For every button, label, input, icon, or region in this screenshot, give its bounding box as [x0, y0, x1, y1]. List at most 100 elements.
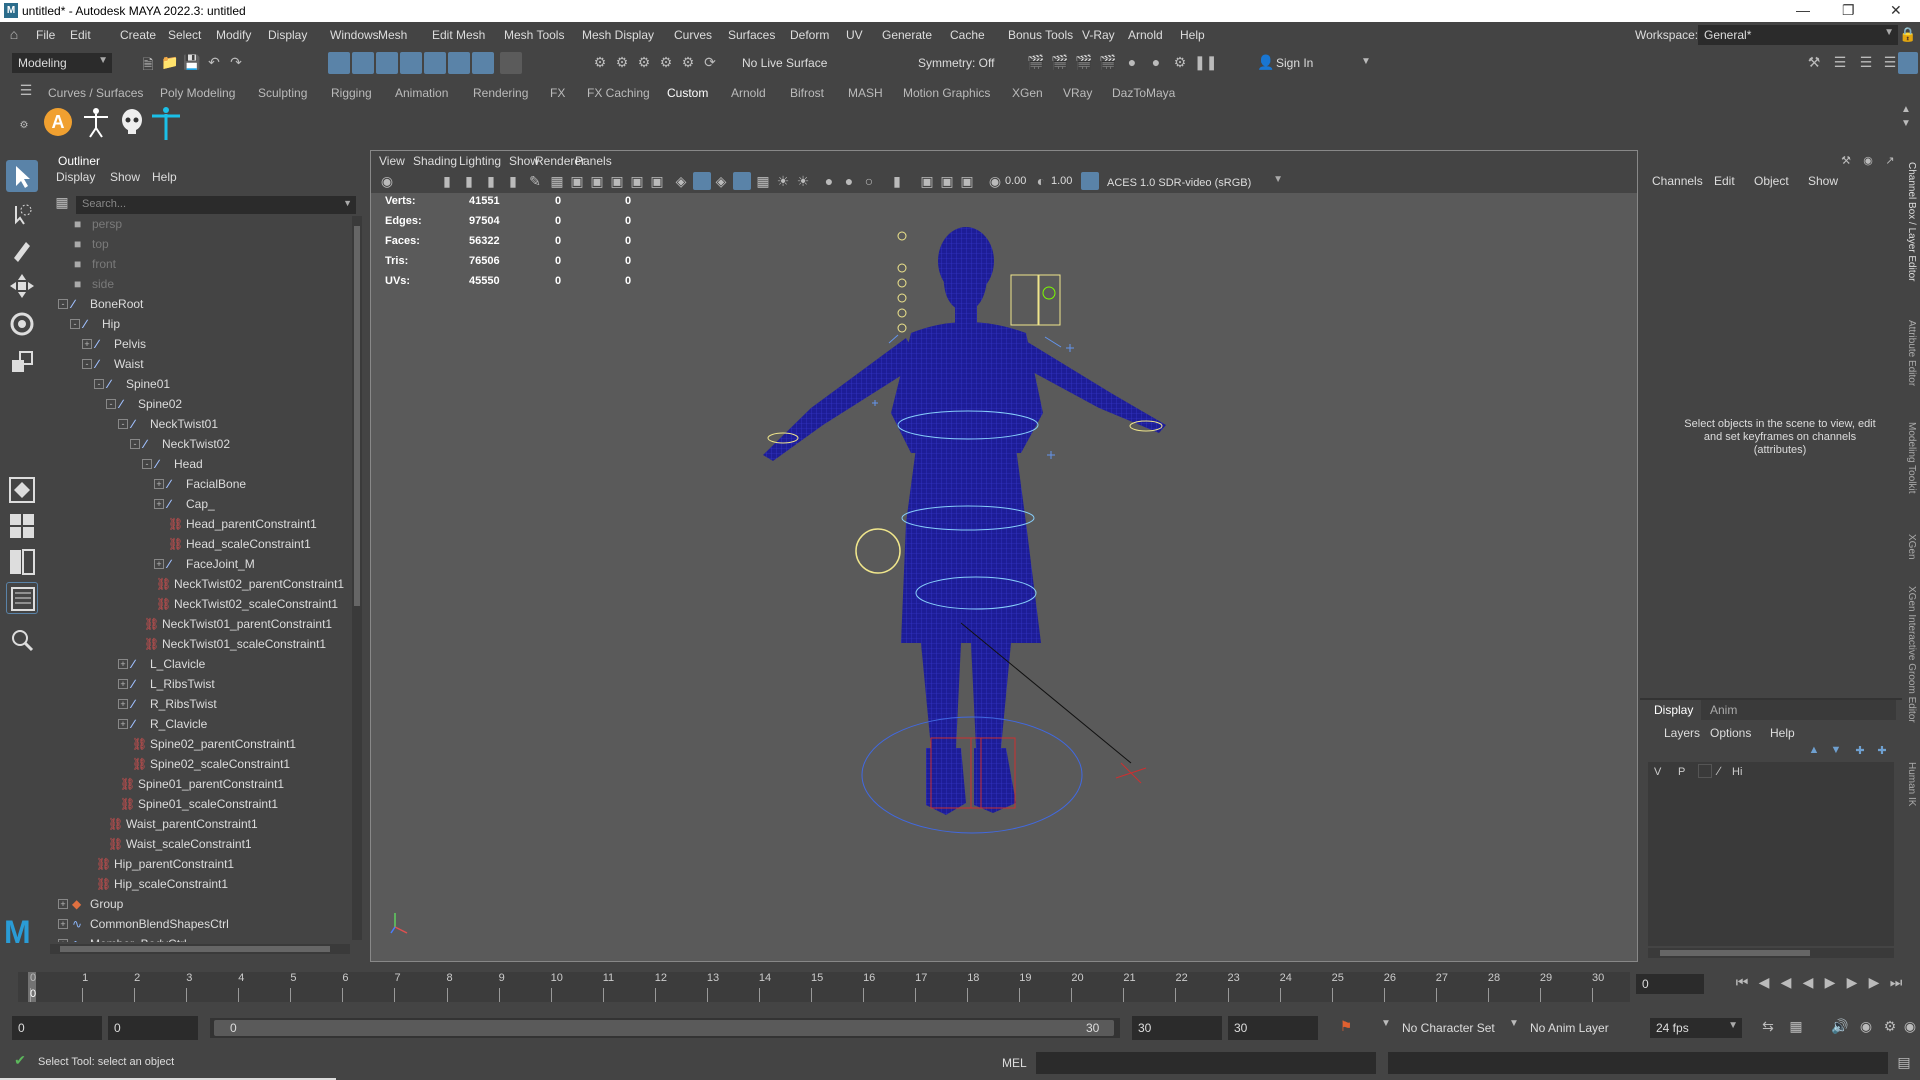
character-set-label[interactable]: No Character Set — [1402, 1021, 1495, 1035]
menu-surfaces[interactable]: Surfaces — [728, 28, 775, 42]
snap-view-icon[interactable] — [472, 52, 494, 74]
outliner-vscrollbar[interactable] — [352, 216, 362, 940]
lasso-tool-icon[interactable] — [6, 198, 38, 230]
live-surface-label[interactable]: No Live Surface — [742, 56, 827, 70]
select-object-icon[interactable] — [352, 52, 374, 74]
color-space-dropdown[interactable]: ACES 1.0 SDR-video (sRGB) ▼ — [1101, 172, 1287, 192]
outliner-row[interactable]: ⛓ NeckTwist01_parentConstraint1 — [44, 614, 344, 634]
menu-create[interactable]: Create — [120, 28, 156, 42]
aa-icon[interactable]: ○ — [859, 173, 879, 189]
shelf-tab-fx-caching[interactable]: FX Caching — [587, 86, 650, 100]
expand-icon[interactable]: + — [154, 479, 164, 489]
character-set-chevron-icon[interactable]: ▼ — [1376, 1018, 1396, 1029]
select-tool-icon[interactable] — [6, 160, 38, 192]
outliner-row[interactable]: ⛓ Head_scaleConstraint1 — [44, 534, 344, 554]
shelf-tab-daztomaya[interactable]: DazToMaya — [1112, 86, 1175, 100]
outliner-layout-icon[interactable] — [6, 582, 38, 614]
exposure-icon[interactable]: ◉ — [985, 173, 1005, 190]
ipr-icon[interactable]: 🎬 — [1074, 54, 1094, 71]
shelf-menu-icon[interactable]: ☰ — [16, 82, 36, 99]
wireframe-icon[interactable]: ◈ — [671, 173, 691, 190]
expand-icon[interactable]: + — [58, 939, 68, 942]
outliner-row[interactable]: + ∕ FaceJoint_M — [44, 554, 344, 574]
anim-layer-chevron-icon[interactable]: ▼ — [1504, 1018, 1524, 1029]
auto-key-icon[interactable]: ⚑ — [1336, 1018, 1356, 1035]
outliner-row[interactable]: + ∕ L_RibsTwist — [44, 674, 344, 694]
shelf-settings-icon[interactable]: ⚙ — [14, 120, 34, 131]
menu-uv[interactable]: UV — [846, 28, 863, 42]
outliner-row[interactable]: - ∕ Head — [44, 454, 344, 474]
shelf-tab-poly-modeling[interactable]: Poly Modeling — [160, 86, 235, 100]
xray-joints-icon[interactable]: ▣ — [957, 173, 977, 190]
channel-menu-object[interactable]: Object — [1754, 174, 1789, 188]
step-forward-frame-icon[interactable]: ▶ — [1842, 974, 1862, 991]
scroll-up-icon[interactable]: ▲ — [1896, 104, 1916, 115]
move-tool-icon[interactable] — [6, 270, 38, 302]
search-tool-icon[interactable] — [6, 624, 38, 656]
skull-icon[interactable] — [116, 106, 148, 138]
tool-settings-icon[interactable]: ☰ — [1856, 54, 1876, 71]
layer-list[interactable]: V P ∕ Hi — [1648, 762, 1894, 946]
outliner-row[interactable]: - ∕ Spine02 — [44, 394, 344, 414]
go-to-start-icon[interactable]: ⏮ — [1732, 974, 1752, 991]
cache-icon[interactable]: ▦ — [1786, 1018, 1806, 1035]
arnold-render-icon[interactable]: ● — [1146, 54, 1166, 70]
hypershade-icon[interactable]: ● — [1122, 54, 1142, 70]
render-settings-icon[interactable]: 🎬 — [1098, 54, 1118, 71]
outliner-menu-help[interactable]: Help — [152, 170, 177, 184]
grease-pencil-icon[interactable]: ✎ — [525, 173, 545, 190]
anim-end-field[interactable]: 30 — [1228, 1016, 1318, 1040]
outliner-row[interactable]: - ∕ NeckTwist01 — [44, 414, 344, 434]
outliner-row[interactable]: ⛓ Hip_scaleConstraint1 — [44, 874, 344, 894]
script-editor-icon[interactable]: ▤ — [1894, 1054, 1914, 1071]
attribute-editor-icon[interactable]: ☰ — [1830, 54, 1850, 71]
layers-menu-options[interactable]: Options — [1710, 726, 1751, 740]
symmetry-label[interactable]: Symmetry: Off — [918, 56, 994, 70]
menu-arnold[interactable]: Arnold — [1128, 28, 1163, 42]
side-tab-xgen[interactable]: XGen — [1906, 534, 1917, 560]
xray-icon[interactable]: ▣ — [937, 173, 957, 190]
snap-curve-icon[interactable] — [424, 52, 446, 74]
outliner-row[interactable]: ⛓ Spine01_scaleConstraint1 — [44, 794, 344, 814]
shelf-tab-arnold[interactable]: Arnold — [731, 86, 766, 100]
menu-display[interactable]: Display — [268, 28, 307, 42]
smooth-shade-icon[interactable] — [693, 172, 711, 190]
select-component-icon[interactable] — [376, 52, 398, 74]
expand-icon[interactable]: + — [58, 899, 68, 909]
skeleton-tool-icon[interactable] — [80, 106, 112, 138]
go-to-end-icon[interactable]: ⏭ — [1886, 974, 1906, 991]
outliner-row[interactable]: ⛓ Waist_scaleConstraint1 — [44, 834, 344, 854]
step-back-frame-icon[interactable]: ◀ — [1776, 974, 1796, 991]
side-tab-human-ik[interactable]: Human IK — [1906, 762, 1917, 806]
side-tab-xgen-groom[interactable]: XGen Interactive Groom Editor — [1906, 586, 1917, 723]
outliner-row[interactable]: + ∿ Member_BodyCtrl — [44, 934, 344, 942]
chevron-down-icon[interactable]: ▼ — [1356, 56, 1376, 67]
viewport-menu-shading[interactable]: Shading — [413, 154, 457, 168]
expand-icon[interactable]: + — [82, 339, 92, 349]
collapse-icon[interactable]: - — [82, 359, 92, 369]
outliner-row[interactable]: - ∕ BoneRoot — [44, 294, 344, 314]
outliner-row[interactable]: ■ persp — [44, 214, 344, 234]
play-forward-icon[interactable]: ▶ — [1820, 974, 1840, 991]
scene-view[interactable] — [371, 193, 1637, 961]
outliner-row[interactable]: + ∕ R_Clavicle — [44, 714, 344, 734]
outliner-row[interactable]: ■ front — [44, 254, 344, 274]
color-management-icon[interactable] — [1081, 172, 1099, 190]
outliner-menu-display[interactable]: Display — [56, 170, 95, 184]
menu-mesh-tools[interactable]: Mesh Tools — [504, 28, 564, 42]
scroll-down-icon[interactable]: ▼ — [1896, 118, 1916, 129]
redo-icon[interactable]: ↷ — [226, 54, 246, 71]
expand-icon[interactable]: + — [154, 499, 164, 509]
outliner-row[interactable]: + ◆ Group — [44, 894, 344, 914]
outliner-row[interactable]: + ∕ Cap_ — [44, 494, 344, 514]
collapse-icon[interactable]: - — [58, 299, 68, 309]
new-layer-selected-icon[interactable]: ✚ — [1872, 744, 1892, 757]
rotate-tool-icon[interactable] — [6, 308, 38, 340]
expand-icon[interactable]: + — [58, 919, 68, 929]
viewport-menu-panels[interactable]: Panels — [575, 154, 612, 168]
render-frame-icon[interactable]: 🎬 — [1026, 54, 1046, 71]
start-time-field[interactable]: 0 — [12, 1016, 102, 1040]
undo-icon[interactable]: ↶ — [204, 54, 224, 71]
shelf-tab-custom[interactable]: Custom — [667, 86, 708, 100]
layers-menu-help[interactable]: Help — [1770, 726, 1795, 740]
